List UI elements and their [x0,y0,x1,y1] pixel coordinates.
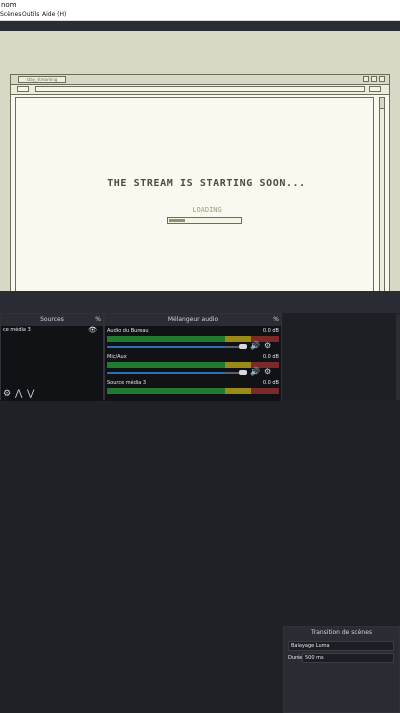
controls-strip [0,291,400,313]
sources-pct: % [95,316,101,323]
volume-slider-handle[interactable] [239,344,247,349]
mixer-channel-name: Audio du Bureau [107,328,149,334]
preview-area: stay_streaming THE STREAM IS STARTING SO… [0,31,400,302]
menu-help[interactable]: Aide (H) [42,10,66,20]
gear-icon[interactable]: ⚙ [264,341,271,350]
duration-label: Durée [288,655,304,661]
right-edge-panel [396,314,400,400]
sources-toolbar: ⚙ ⋀ ⋁ [1,389,103,401]
scrollbar-thumb[interactable] [380,108,384,294]
address-row [11,85,389,95]
close-button[interactable] [379,76,385,82]
address-bar[interactable] [35,86,365,92]
top-bar [0,21,400,31]
stream-heading: THE STREAM IS STARTING SOON... [107,178,306,189]
mixer-panel-header: Mélangeur audio % [105,314,281,326]
arrow-up-icon[interactable]: ⋀ [15,389,22,399]
go-button[interactable] [369,86,381,92]
sources-panel-header: Sources % [1,314,103,326]
eye-icon[interactable]: 👁 [88,326,97,334]
minimize-button[interactable] [363,76,369,82]
back-button[interactable] [17,86,29,92]
transition-panel-header: Transition de scènes [284,627,399,639]
transition-title: Transition de scènes [310,629,373,636]
dock-panels: Sources % ce média 3 👁 ⚙ ⋀ ⋁ Mélangeur a… [0,313,400,713]
mixer-title: Mélangeur audio [167,316,219,323]
audio-meter [107,388,279,394]
volume-slider[interactable] [107,372,239,374]
mixer-channel-name: Source média 3 [107,380,147,386]
mixer-channel-db: 0.0 dB [262,354,279,360]
source-item[interactable]: ce média 3 👁 [1,326,103,334]
gear-icon[interactable]: ⚙ [264,367,271,376]
mixer-icons: 🔊 ⚙ [250,367,278,376]
mixer-channel-mic: Mic/Aux 0.0 dB 🔊 ⚙ [107,354,279,380]
sources-title: Sources [40,316,64,323]
mixer-pct: % [273,316,279,323]
arrow-down-icon[interactable]: ⋁ [27,389,34,399]
retro-tab[interactable]: stay_streaming [18,76,66,83]
volume-slider-handle[interactable] [239,370,247,375]
app-titlebar: nom [0,0,400,10]
mixer-icons: 🔊 ⚙ [250,341,278,350]
retro-window-titlebar: stay_streaming [11,75,389,85]
speaker-icon[interactable]: 🔊 [250,367,260,376]
sources-panel: Sources % ce média 3 👁 ⚙ ⋀ ⋁ [0,313,104,401]
maximize-button[interactable] [371,76,377,82]
mixer-channel-desktop: Audio du Bureau 0.0 dB 🔊 ⚙ [107,328,279,354]
retro-content: THE STREAM IS STARTING SOON... LOADING [15,97,374,295]
mixer-channel-media: Source média 3 0.0 dB [107,380,279,406]
transition-panel: Transition de scènes Balayage Luma Durée… [283,626,400,713]
window-controls [363,76,387,83]
duration-input[interactable]: 500 ms [302,653,394,663]
mixer-channel-db: 0.0 dB [262,328,279,334]
retro-browser-window: stay_streaming THE STREAM IS STARTING SO… [10,74,390,302]
volume-slider[interactable] [107,346,239,348]
mixer-channel-name: Mic/Aux [107,354,127,360]
speaker-icon[interactable]: 🔊 [250,341,260,350]
window-title: nom [1,1,17,9]
source-item-label: ce média 3 [3,327,31,333]
mixer-channel-db: 0.0 dB [262,380,279,386]
loading-progress-fill [169,219,185,222]
menu-tools[interactable]: Outils [22,10,39,20]
transition-select[interactable]: Balayage Luma [288,641,394,651]
gear-icon[interactable]: ⚙ [3,389,11,399]
menu-scenes[interactable]: Scènes [0,10,21,20]
vertical-scrollbar[interactable] [379,97,385,295]
mixer-panel: Mélangeur audio % Audio du Bureau 0.0 dB… [104,313,282,401]
loading-label: LOADING [192,206,222,214]
loading-progress-bar [167,217,242,224]
menu-bar: Scènes Outils Aide (H) [0,10,400,21]
